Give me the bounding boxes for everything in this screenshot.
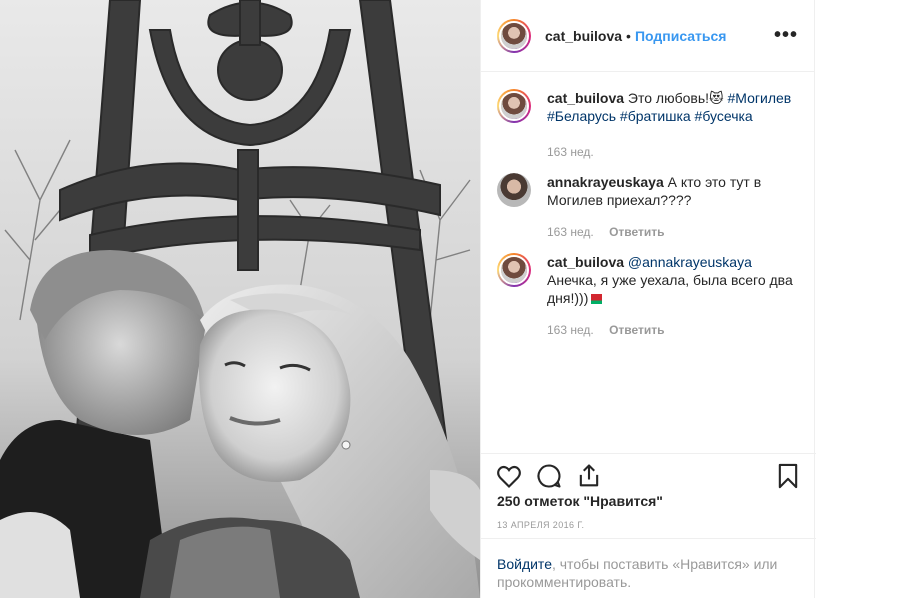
likes-count[interactable]: 250 отметок "Нравится" [497,493,663,509]
comment: cat_builova @annakrayeuskaya Анечка, я у… [497,253,800,339]
belarus-flag-icon [588,294,603,305]
page-background [816,0,900,598]
hashtag-links[interactable]: #Беларусь #братишка #бусечка [547,108,753,124]
comment-avatar[interactable] [497,253,531,287]
comment-username[interactable]: annakrayeuskaya [547,174,664,190]
action-bar [481,453,816,493]
comment: annakrayeuskaya А кто это тут в Могилев … [497,173,800,241]
reply-button[interactable]: Ответить [609,225,664,239]
share-icon[interactable] [575,462,603,490]
comment-text: Это любовь! [624,90,710,106]
comment-age[interactable]: 163 нед. [547,225,594,239]
author-username[interactable]: cat_builova [545,28,622,44]
comment-meta: 163 нед. Ответить [547,321,797,339]
caption-comment: cat_builova Это любовь!😻 #Могилев #Белар… [497,89,800,161]
login-link[interactable]: Войдите [497,556,552,572]
comment-text: Анечка, я уже уехала, была всего два дня… [547,272,793,306]
bookmark-icon[interactable] [774,462,802,490]
author-avatar[interactable] [497,18,531,53]
comment-avatar[interactable] [497,89,531,123]
comment-age[interactable]: 163 нед. [547,323,594,337]
post-date[interactable]: 13 апреля 2016 г. [497,520,584,530]
more-options-icon[interactable]: ••• [774,24,798,47]
comment-meta: 163 нед. [547,143,797,161]
post-header: cat_builova • Подписаться ••• [481,0,814,72]
comment-body: annakrayeuskaya А кто это тут в Могилев … [547,173,797,241]
mention-link[interactable]: @annakrayeuskaya [624,254,752,270]
post-sidebar: cat_builova • Подписаться ••• cat_builov… [480,0,816,598]
comment-body: cat_builova @annakrayeuskaya Анечка, я у… [547,253,797,339]
heart-icon[interactable] [495,462,523,490]
comment-body: cat_builova Это любовь!😻 #Могилев #Белар… [547,89,797,161]
post-photo[interactable] [0,0,480,598]
hashtag-link[interactable]: #Могилев [724,90,792,106]
comment-avatar[interactable] [497,173,531,207]
comment-meta: 163 нед. Ответить [547,223,797,241]
photo-image [0,0,480,598]
comment-username[interactable]: cat_builova [547,254,624,270]
separator-dot: • [626,27,631,44]
reply-button[interactable]: Ответить [609,323,664,337]
login-prompt: Войдите, чтобы поставить «Нравится» или … [481,538,816,598]
comments-list: cat_builova Это любовь!😻 #Могилев #Белар… [481,73,816,453]
comment-username[interactable]: cat_builova [547,90,624,106]
comment-icon[interactable] [535,462,563,490]
comment-age[interactable]: 163 нед. [547,145,594,159]
follow-button[interactable]: Подписаться [635,28,727,44]
emoji-icon: 😻 [709,90,724,106]
